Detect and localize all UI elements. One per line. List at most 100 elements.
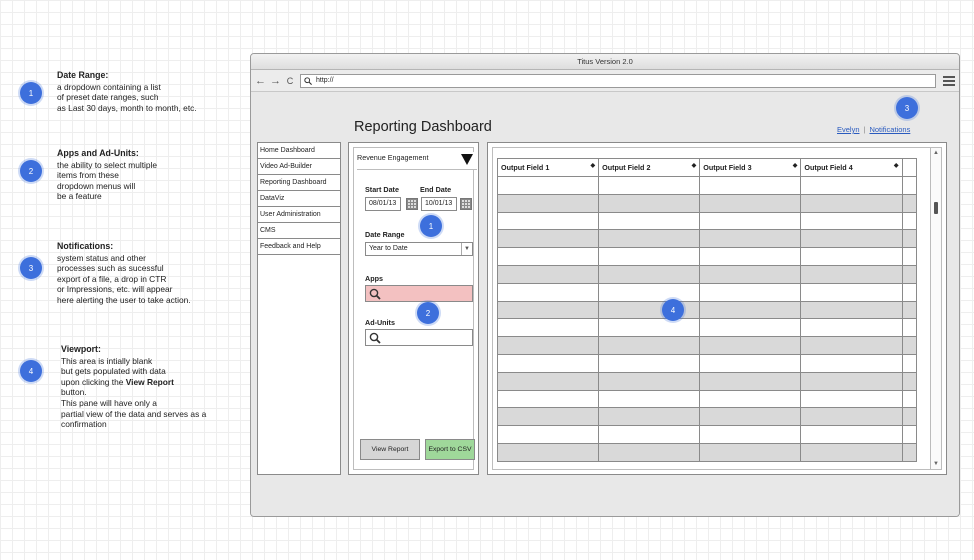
back-icon[interactable]: ←	[255, 75, 266, 87]
table-cell	[496, 193, 600, 213]
table-cell	[496, 318, 600, 338]
table-row	[496, 193, 917, 213]
table-cell	[800, 211, 903, 231]
scroll-up-icon[interactable]: ▲	[933, 150, 939, 156]
ad-units-search-input[interactable]	[365, 329, 473, 346]
annotation-title: Date Range:	[57, 70, 109, 80]
annotation-line: upon clicking the View Report	[61, 376, 174, 387]
search-icon	[369, 332, 381, 344]
annotation-line: partial view of the data and serves as a	[61, 408, 207, 419]
table-cell	[901, 300, 917, 320]
annotation-line: here alerting the user to take action.	[57, 294, 191, 305]
table-cell	[901, 282, 917, 302]
sort-icon[interactable]: ◆	[692, 162, 697, 169]
table-cell	[598, 336, 701, 355]
table-cell	[699, 389, 802, 409]
view-report-button[interactable]: View Report	[360, 439, 420, 460]
scroll-down-icon[interactable]: ▼	[933, 461, 939, 467]
annotation-badge-1: 1	[20, 82, 42, 104]
table-row	[496, 353, 917, 373]
start-calendar-icon[interactable]	[406, 198, 418, 210]
forward-icon[interactable]: →	[270, 75, 281, 87]
user-name-link[interactable]: Evelyn	[837, 125, 860, 134]
notifications-badge: 3	[896, 97, 918, 119]
url-text: http://	[316, 77, 334, 84]
table-cell	[800, 193, 903, 213]
table-cell	[699, 407, 802, 427]
export-csv-button[interactable]: Export to CSV	[425, 439, 475, 460]
table-cell	[901, 229, 917, 249]
table-row	[496, 176, 917, 195]
annotation-apps-ad-units: 2 Apps and Ad-Units: the ability to sele…	[20, 148, 245, 202]
chevron-down-icon: ▼	[461, 243, 472, 255]
sidebar-item-dataviz[interactable]: DataViz	[258, 191, 340, 207]
column-header-4[interactable]: Output Field 4 ◆	[800, 158, 903, 177]
date-range-label: Date Range	[365, 230, 405, 239]
table-cell	[800, 442, 903, 462]
annotation-title: Notifications:	[57, 241, 114, 251]
apps-search-input[interactable]	[365, 285, 473, 302]
annotation-badge-2: 2	[20, 160, 42, 182]
table-body	[496, 176, 917, 462]
table-cell	[699, 264, 802, 284]
sidebar-nav: Home Dashboard Video Ad-Builder Reportin…	[257, 142, 341, 475]
filter-panel-inner: Revenue Engagement Start Date End Date 0…	[353, 147, 477, 470]
table-cell	[496, 300, 600, 320]
sort-icon[interactable]: ◆	[591, 162, 596, 169]
url-bar[interactable]: http://	[300, 73, 936, 88]
sidebar-item-home-dashboard[interactable]: Home Dashboard	[258, 143, 340, 159]
table-cell	[496, 442, 600, 462]
table-cell	[901, 211, 917, 231]
table-cell	[496, 264, 600, 284]
hamburger-menu-icon[interactable]	[943, 75, 955, 86]
end-calendar-icon[interactable]	[460, 198, 472, 210]
user-links: Evelyn | Notifications	[837, 125, 910, 134]
output-table: Output Field 1 ◆ Output Field 2 ◆ Output F…	[496, 158, 917, 462]
annotation-line: items from these	[57, 170, 119, 181]
sidebar-item-user-administration[interactable]: User Administration	[258, 207, 340, 223]
search-icon	[369, 288, 381, 300]
annotation-line: the ability to select multiple	[57, 159, 158, 170]
viewport-inner: Output Field 1 ◆ Output Field 2 ◆ Output F…	[492, 147, 942, 470]
column-header-3[interactable]: Output Field 3 ◆	[699, 158, 802, 177]
table-cell	[901, 247, 917, 266]
table-cell	[699, 211, 802, 231]
table-cell	[800, 264, 903, 284]
start-date-field[interactable]: 08/01/13	[365, 197, 401, 211]
sidebar-item-feedback-help[interactable]: Feedback and Help	[258, 239, 340, 255]
table-row	[496, 442, 917, 462]
table-cell	[800, 425, 903, 444]
notifications-link[interactable]: Notifications	[869, 125, 910, 134]
scroll-thumb[interactable]	[934, 202, 938, 214]
table-cell	[901, 353, 917, 373]
table-cell	[800, 336, 903, 355]
end-date-field[interactable]: 10/01/13	[421, 197, 457, 211]
viewport-scrollbar[interactable]: ▲ ▼	[930, 148, 941, 469]
sidebar-item-video-ad-builder[interactable]: Video Ad-Builder	[258, 159, 340, 175]
table-cell	[699, 247, 802, 266]
report-type-dropdown[interactable]: Revenue Engagement	[357, 152, 477, 170]
reload-icon[interactable]: C	[285, 76, 295, 86]
annotation-line: dropdown menus will	[57, 180, 136, 191]
report-type-value: Revenue Engagement	[357, 153, 429, 162]
table-cell	[800, 247, 903, 266]
sort-icon[interactable]: ◆	[894, 162, 899, 169]
table-cell	[496, 353, 600, 373]
table-cell	[901, 371, 917, 391]
table-cell	[800, 229, 903, 249]
sort-icon[interactable]: ◆	[793, 162, 798, 169]
sidebar-item-reporting-dashboard[interactable]: Reporting Dashboard	[258, 175, 340, 191]
sidebar-item-cms[interactable]: CMS	[258, 223, 340, 239]
date-range-select[interactable]: Year to Date ▼	[365, 242, 473, 256]
table-cell	[901, 425, 917, 444]
column-header-2[interactable]: Output Field 2 ◆	[598, 158, 701, 177]
table-cell	[496, 336, 600, 355]
table-cell	[699, 300, 802, 320]
table-cell	[901, 193, 917, 213]
table-cell	[598, 300, 701, 320]
annotation-line: processes such as sucessful	[57, 263, 164, 274]
column-header-1[interactable]: Output Field 1 ◆	[496, 158, 600, 177]
apps-label: Apps	[365, 274, 383, 283]
table-cell	[699, 318, 802, 338]
start-date-label: Start Date	[365, 185, 399, 194]
